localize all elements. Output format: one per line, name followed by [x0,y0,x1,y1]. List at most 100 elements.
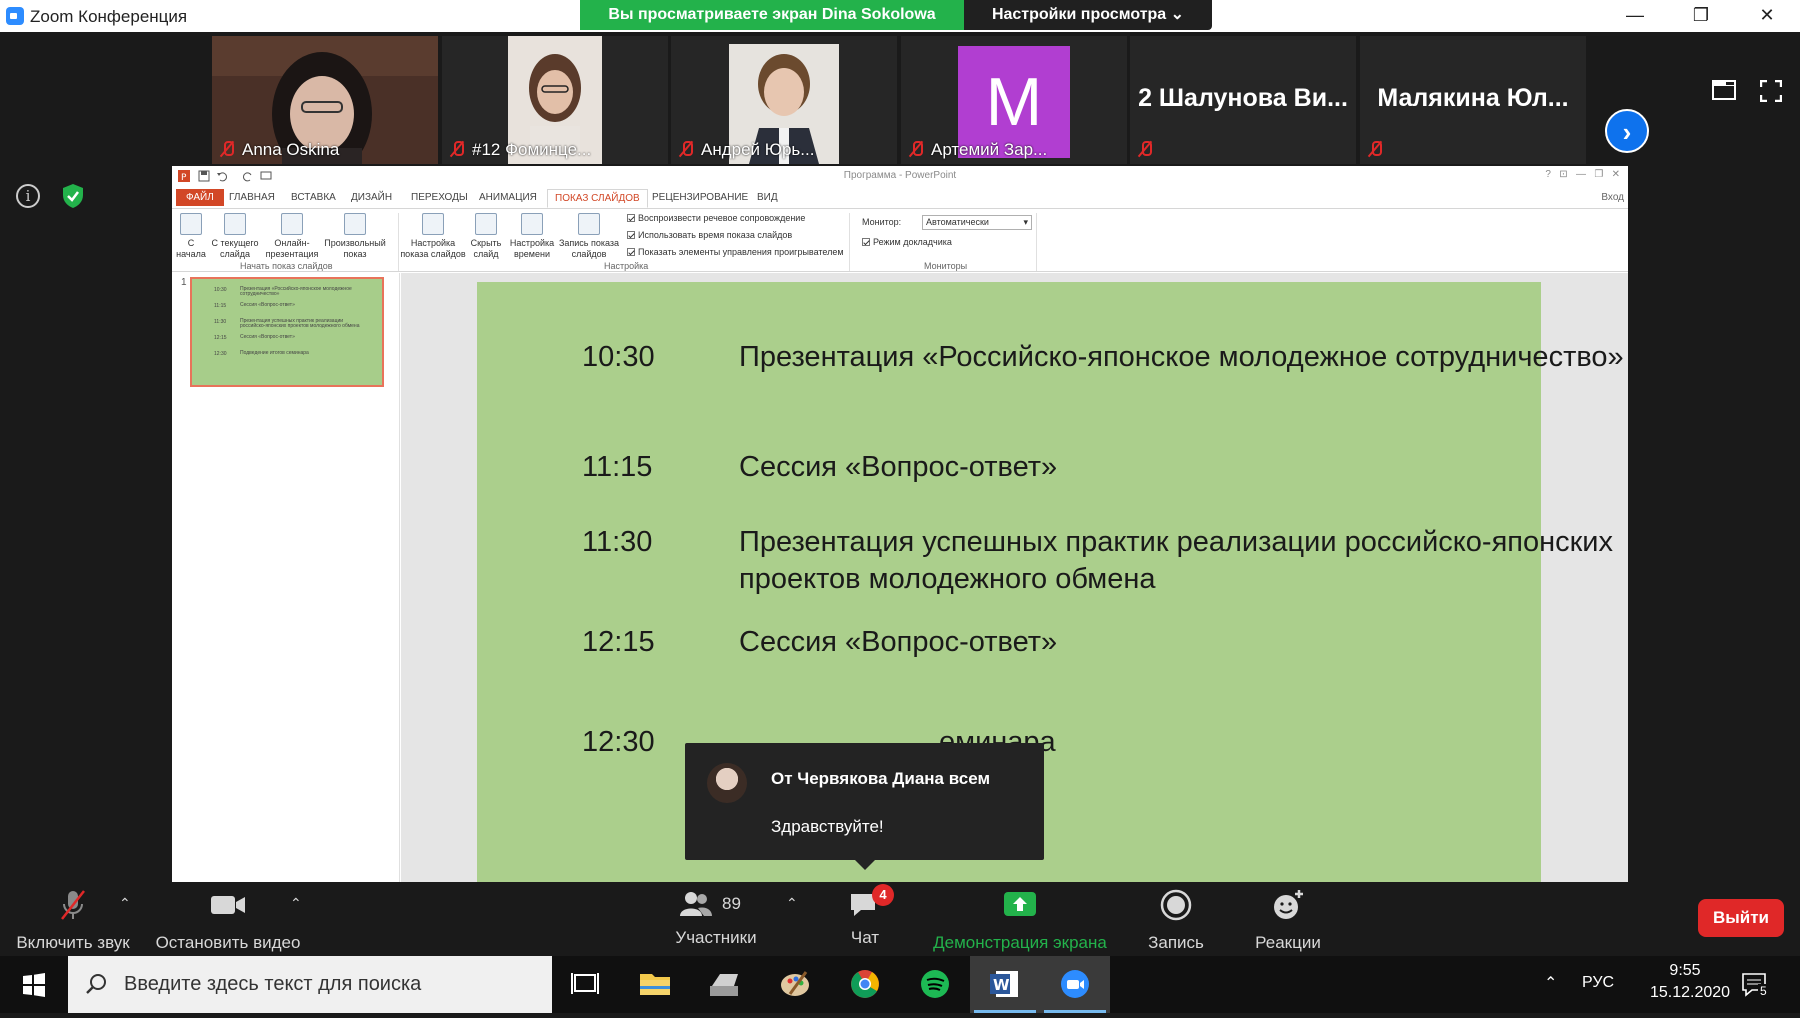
mic-muted-icon [909,141,923,157]
monitor-label: Монитор: [862,217,902,227]
from-current-slide-button[interactable]: С текущего слайда [208,213,262,260]
reactions-button[interactable]: Реакции [1246,888,1330,953]
tab-slide-show[interactable]: ПОКАЗ СЛАЙДОВ [547,189,648,208]
tab-transitions[interactable]: ПЕРЕХОДЫ [404,189,475,206]
notifications-count: 5 [1758,984,1769,998]
ppt-quick-access-bar: P Программа - PowerPoint ? ⊡ — ❐ ✕ [172,166,1628,186]
window-title: Zoom Конференция [30,7,188,26]
windows-start-icon[interactable] [0,956,68,1013]
chrome-icon [851,970,879,998]
participants-count: 89 [722,894,741,913]
tab-animations[interactable]: АНИМАЦИЯ [472,189,544,206]
minimize-button[interactable]: — [1602,0,1668,32]
input-language[interactable]: РУС [1582,974,1614,992]
chat-sender: От Червякова Диана всем [771,769,991,788]
tray-show-hidden-icons[interactable]: ⌃ [1544,973,1557,993]
ppt-window-controls[interactable]: ? ⊡ — ❐ ✕ [1545,169,1620,180]
share-screen-icon [1004,892,1036,916]
encryption-shield-icon[interactable] [61,183,85,209]
monitor-select[interactable]: Автоматически ▾ [922,215,1032,230]
hide-slide-button[interactable]: Скрыть слайд [466,213,506,260]
participant-name-large: 2 Шалунова Ви... [1138,84,1348,112]
taskbar-chrome[interactable] [830,956,900,1013]
participant-name: Андрей Юрь... [679,140,814,160]
custom-slideshow-button[interactable]: Произвольный показ [322,213,388,260]
tab-review[interactable]: РЕЦЕНЗИРОВАНИЕ [645,189,755,206]
participant-name: Anna Oskina [220,140,339,160]
participant-tile[interactable]: M Артемий Зар... [901,36,1127,164]
mic-muted-icon [1138,141,1152,157]
audio-options-caret[interactable]: ⌃ [119,895,131,912]
agenda-item: Сессия «Вопрос-ответ» [739,451,1058,483]
participant-tile[interactable]: Малякина Юл... [1360,36,1586,164]
action-center-button[interactable]: 5 [1740,970,1780,1000]
tab-insert[interactable]: ВСТАВКА [284,189,343,206]
thumb-row: 12:15 Сессия «Вопрос-ответ» [214,334,295,342]
reactions-smiley-icon [1274,890,1303,919]
chat-button[interactable]: 4 Чат [830,884,900,948]
fullscreen-icon[interactable] [1760,80,1782,102]
taskbar-zoom[interactable] [1040,956,1110,1013]
taskbar-search-box[interactable]: Введите здесь текст для поиска [68,956,552,1013]
play-narrations-checkbox[interactable]: Воспроизвести речевое сопровождение [627,213,805,223]
setup-slideshow-button[interactable]: Настройка показа слайдов [400,213,466,260]
custom-show-icon [344,213,366,235]
tab-file[interactable]: ФАЙЛ [176,189,224,206]
thumb-row: 12:30 Подведение итогов семинара [214,350,309,358]
participants-button[interactable]: 89 Участники [660,888,772,948]
participant-tile[interactable]: #12 Фоминце... [442,36,668,164]
search-placeholder: Введите здесь текст для поиска [124,973,422,995]
taskbar-app-printer[interactable] [690,956,760,1013]
slide-thumbnail[interactable]: 10:30 Презентация «Российско-японское мол… [190,277,384,387]
task-view-button[interactable] [550,956,620,1013]
record-button[interactable]: Запись [1136,888,1216,953]
from-beginning-button[interactable]: С начала [174,213,208,260]
restore-button[interactable]: ❐ [1668,0,1734,32]
tab-view[interactable]: ВИД [750,189,785,206]
taskbar-word[interactable]: W [970,956,1040,1013]
taskbar-app-paint[interactable] [760,956,830,1013]
group-label-start: Начать показ слайдов [240,261,333,271]
share-screen-button[interactable]: Демонстрация экрана [928,888,1112,953]
thumb-row: 10:30 Презентация «Российско-японское мол… [214,286,352,297]
participants-options-caret[interactable]: ⌃ [786,895,798,912]
mic-muted-icon [220,141,234,157]
agenda-time: 10:30 [582,341,655,373]
unmute-label: Включить звук [16,933,130,952]
thumb-row: 11:15 Сессия «Вопрос-ответ» [214,302,295,310]
show-media-controls-checkbox[interactable]: Показать элементы управления проигрывате… [627,247,844,257]
info-icon[interactable]: i [16,184,40,208]
share-screen-label: Демонстрация экрана [933,933,1107,952]
spotify-icon [921,970,949,998]
taskbar-spotify[interactable] [900,956,970,1013]
slide-thumb-number: 1 [181,277,187,288]
presenter-view-checkbox[interactable]: Режим докладчика [862,237,952,247]
rehearse-timings-button[interactable]: Настройка времени [508,213,556,260]
gallery-next-page-button[interactable]: › [1605,109,1649,153]
tab-home[interactable]: ГЛАВНАЯ [222,189,282,206]
participant-mic [1368,140,1390,160]
chat-notification[interactable]: От Червякова Диана всем Здравствуйте! [685,743,1044,870]
record-slideshow-button[interactable]: Запись показа слайдов [556,213,622,260]
clock-time: 9:55 [1669,962,1701,979]
participant-tile[interactable]: 2 Шалунова Ви... [1130,36,1356,164]
use-timings-checkbox[interactable]: Использовать время показа слайдов [627,230,792,240]
record-icon [578,213,600,235]
record-icon [1160,889,1192,921]
video-options-caret[interactable]: ⌃ [290,895,302,912]
clock[interactable]: 9:55 15.12.2020 [1650,962,1730,1002]
sign-in-link[interactable]: Вход [1601,192,1624,203]
gallery-layout-icon[interactable] [1712,80,1736,100]
chat-message: Здравствуйте! [771,817,884,836]
participant-tile-active-speaker[interactable]: Андрей Юрь... [671,36,897,164]
taskbar-file-explorer[interactable] [620,956,690,1013]
present-online-button[interactable]: Онлайн- презентация [262,213,322,260]
tab-design[interactable]: ДИЗАЙН [344,189,399,206]
stop-video-button[interactable]: Остановить видео [150,888,306,953]
close-button[interactable]: ✕ [1734,0,1800,32]
leave-meeting-button[interactable]: Выйти [1698,899,1784,937]
view-options-dropdown[interactable]: Настройки просмотра ⌄ [964,0,1212,30]
participant-tile[interactable]: Anna Oskina [212,36,438,164]
sender-avatar [707,763,747,803]
participant-name: #12 Фоминце... [450,140,591,160]
